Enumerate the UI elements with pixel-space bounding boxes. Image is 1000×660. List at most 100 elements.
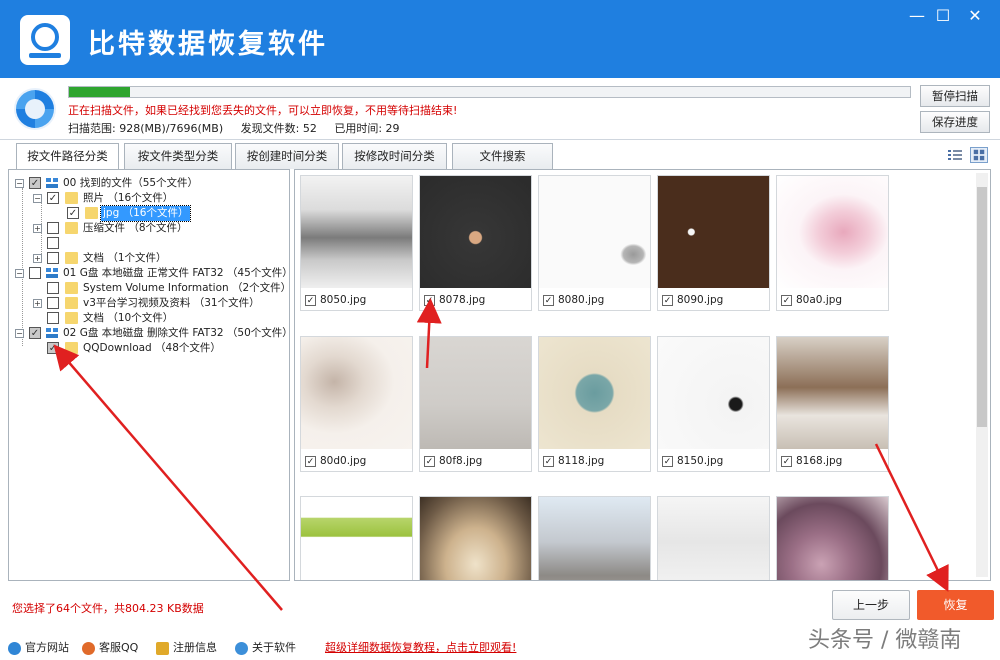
tree-node-g-deleted[interactable]: − ✓ 02 G盘 本地磁盘 删除文件 FAT32 （50个文件） — [15, 326, 289, 341]
tree-checkbox[interactable] — [47, 297, 59, 309]
file-checkbox[interactable]: ✓ — [424, 294, 435, 306]
file-thumbnail[interactable]: ✓ 80a0.jpg — [776, 175, 889, 311]
tree-checkbox[interactable]: ✓ — [29, 327, 41, 339]
thumbnail-image — [658, 337, 769, 449]
watermark-text: 头条号 / 微赣南 — [808, 628, 962, 653]
tree-label: v3平台学习视频及资料 （31个文件） — [83, 297, 260, 309]
file-thumbnail[interactable]: ✓ 8168.jpg — [776, 336, 889, 472]
tree-checkbox[interactable]: ✓ — [47, 342, 59, 354]
tree-checkbox[interactable] — [47, 222, 59, 234]
file-checkbox[interactable]: ✓ — [543, 455, 554, 467]
tree-checkbox[interactable] — [47, 237, 59, 249]
save-progress-button[interactable]: 保存进度 — [920, 111, 990, 133]
file-thumbnail[interactable]: ✓ 8118.jpg — [538, 336, 651, 472]
pause-scan-button[interactable]: 暂停扫描 — [920, 85, 990, 107]
folder-icon — [65, 282, 78, 294]
tree-node-photos[interactable]: − ✓ 照片 （16个文件） — [33, 191, 283, 206]
file-thumbnail[interactable] — [538, 496, 651, 580]
tree-checkbox[interactable]: ✓ — [29, 177, 41, 189]
minimize-button[interactable]: — — [904, 6, 930, 26]
register-info-label: 注册信息 — [173, 641, 217, 654]
tab-by-type[interactable]: 按文件类型分类 — [124, 143, 232, 169]
tree-node-system-volume[interactable]: System Volume Information （2个文件） — [33, 281, 289, 296]
tree-node-g-normal[interactable]: − 01 G盘 本地磁盘 正常文件 FAT32 （45个文件） — [15, 266, 289, 281]
about-software-label: 关于软件 — [252, 641, 296, 654]
file-checkbox[interactable]: ✓ — [781, 455, 792, 467]
file-thumbnail[interactable]: ✓ 8078.jpg — [419, 175, 532, 311]
scan-range: 扫描范围: 928(MB)/7696(MB) — [68, 122, 224, 135]
drive-icon — [46, 178, 58, 188]
file-thumbnail[interactable]: ✓ 80f8.jpg — [419, 336, 532, 472]
thumbnail-image — [420, 497, 531, 580]
app-logo-icon — [20, 15, 70, 65]
tab-by-path[interactable]: 按文件路径分类 — [16, 143, 119, 170]
tree-node-jpg[interactable]: ✓ jpg （16个文件） — [55, 205, 285, 222]
file-checkbox[interactable]: ✓ — [543, 294, 554, 306]
file-name: 8080.jpg — [558, 294, 605, 306]
file-thumbnail[interactable] — [300, 496, 413, 580]
tree-node-empty[interactable] — [33, 236, 283, 251]
folder-icon — [85, 207, 98, 219]
tree-node-qqdownload[interactable]: ✓ QQDownload （48个文件） — [33, 341, 283, 356]
tree-node-found-files[interactable]: − ✓ 00 找到的文件（55个文件） — [15, 176, 285, 191]
scrollbar-thumb[interactable] — [977, 187, 987, 427]
tree-label: 压缩文件 （8个文件） — [83, 222, 188, 234]
tree-label: 00 找到的文件（55个文件） — [63, 177, 199, 189]
file-thumbnail[interactable]: ✓ 8090.jpg — [657, 175, 770, 311]
tree-label: 照片 （16个文件） — [83, 192, 174, 204]
official-website-label: 官方网站 — [25, 641, 69, 654]
tab-by-modified[interactable]: 按修改时间分类 — [342, 143, 447, 169]
tree-checkbox[interactable] — [47, 312, 59, 324]
recover-button[interactable]: 恢复 — [917, 590, 994, 620]
app-title: 比特数据恢复软件 — [88, 29, 328, 60]
scan-progress-fill — [69, 87, 130, 97]
register-info-link[interactable]: 注册信息 — [156, 639, 217, 655]
tab-file-search[interactable]: 文件搜索 — [452, 143, 553, 169]
file-name: 8090.jpg — [677, 294, 724, 306]
official-website-link[interactable]: 官方网站 — [8, 639, 69, 655]
tutorial-link[interactable]: 超级详细数据恢复教程，点击立即观看! — [325, 639, 516, 655]
close-button[interactable]: ✕ — [962, 6, 988, 26]
file-name: 8078.jpg — [439, 294, 486, 306]
file-thumbnail[interactable]: ✓ 8050.jpg — [300, 175, 413, 311]
scan-info: 扫描范围: 928(MB)/7696(MB) 发现文件数: 52 已用时间: 2… — [68, 120, 414, 136]
scan-progress-bar — [68, 86, 911, 98]
tree-checkbox[interactable]: ✓ — [67, 207, 79, 219]
thumbnail-image — [777, 497, 888, 580]
globe-icon — [8, 641, 21, 655]
file-checkbox[interactable]: ✓ — [424, 455, 435, 467]
file-thumbnail[interactable] — [419, 496, 532, 580]
tree-checkbox[interactable] — [47, 282, 59, 294]
tree-node-documents[interactable]: + 文档 （1个文件） — [33, 251, 283, 266]
tree-node-v3[interactable]: + v3平台学习视频及资料 （31个文件） — [33, 296, 283, 311]
tree-node-archives[interactable]: + 压缩文件 （8个文件） — [33, 221, 283, 236]
file-name: 8150.jpg — [677, 455, 724, 467]
file-checkbox[interactable]: ✓ — [662, 455, 673, 467]
file-checkbox[interactable]: ✓ — [781, 294, 792, 306]
support-qq-link[interactable]: 客服QQ — [82, 639, 138, 655]
file-thumbnail[interactable]: ✓ 80d0.jpg — [300, 336, 413, 472]
tree-checkbox[interactable] — [29, 267, 41, 279]
tab-by-created[interactable]: 按创建时间分类 — [235, 143, 339, 169]
file-checkbox[interactable]: ✓ — [305, 455, 316, 467]
file-thumbnail[interactable]: ✓ 8080.jpg — [538, 175, 651, 311]
list-view-icon[interactable] — [946, 147, 964, 163]
previous-step-button[interactable]: 上一步 — [832, 590, 910, 620]
scan-message: 正在扫描文件，如果已经找到您丢失的文件，可以立即恢复，不用等待扫描结束! — [68, 104, 458, 117]
maximize-button[interactable]: ☐ — [930, 6, 956, 26]
thumbnail-view-icon[interactable] — [970, 147, 988, 163]
scan-status-area: 正在扫描文件，如果已经找到您丢失的文件，可以立即恢复，不用等待扫描结束! 扫描范… — [0, 78, 1000, 140]
file-thumbnail[interactable] — [776, 496, 889, 580]
thumbnail-image — [658, 497, 769, 580]
thumbnail-scrollbar[interactable] — [976, 173, 988, 577]
file-checkbox[interactable]: ✓ — [662, 294, 673, 306]
about-software-link[interactable]: 关于软件 — [235, 639, 296, 655]
file-thumbnail[interactable] — [657, 496, 770, 580]
tree-checkbox[interactable] — [47, 252, 59, 264]
file-thumbnail[interactable]: ✓ 8150.jpg — [657, 336, 770, 472]
tree-checkbox[interactable]: ✓ — [47, 192, 59, 204]
folder-tree-panel: − ✓ 00 找到的文件（55个文件） − ✓ 照片 （16个文件） ✓ jpg… — [8, 169, 290, 581]
title-bar: 比特数据恢复软件 — ☐ ✕ — [0, 0, 1000, 78]
file-checkbox[interactable]: ✓ — [305, 294, 316, 306]
tree-node-documents-2[interactable]: 文档 （10个文件） — [33, 311, 283, 326]
